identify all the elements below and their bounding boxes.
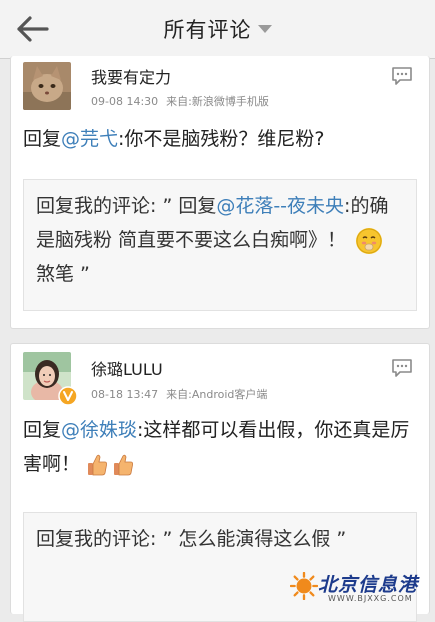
quote-suffix: 煞笔 ” [36, 263, 90, 285]
sun-logo-icon [290, 572, 318, 600]
comment-text: 回复@徐姝琰:这样都可以看出假，你还真是厉害啊！ [23, 413, 417, 481]
user-name[interactable]: 我要有定力 [91, 64, 171, 88]
comment-icon[interactable] [391, 358, 413, 378]
thumbs-up-emoji-icon [114, 454, 134, 475]
comment-time: 08-18 13:47 [91, 388, 159, 401]
comment-icon[interactable] [391, 66, 413, 86]
mention-link[interactable]: @花落--夜未央 [216, 195, 344, 217]
shy-face-emoji-icon [356, 227, 383, 254]
reply-prefix: 回复 [23, 128, 62, 150]
title-dropdown[interactable]: 所有评论 [0, 14, 435, 44]
verified-badge-icon [58, 386, 78, 406]
comment-time: 09-08 14:30 [91, 95, 159, 108]
user-name[interactable]: 徐璐LULU [91, 356, 163, 380]
quote-prefix: 回复我的评论: ” 回复 [36, 195, 217, 217]
comment-meta: 08-18 13:47 来自:Android客户端 [91, 386, 267, 402]
comment-text: 回复@芫弋:你不是脑残粉？维尼粉? [23, 122, 417, 156]
quote-text: 回复我的评论: ” 怎么能演得这么假 ” [36, 528, 347, 550]
comment-meta: 09-08 14:30 来自:新浪微博手机版 [91, 93, 269, 109]
thumbs-up-emoji-icon [88, 454, 108, 475]
avatar[interactable] [23, 62, 71, 110]
quoted-comment[interactable]: 回复我的评论: ” 回复@花落--夜未央:的确是脑残粉 简直要不要这么白痴啊》！… [23, 179, 417, 311]
chevron-down-icon [257, 25, 272, 33]
comment-card: 我要有定力 09-08 14:30 来自:新浪微博手机版 回复@芫弋:你不是脑残粉… [10, 56, 430, 329]
top-bar: 所有评论 [0, 0, 435, 59]
mention-link[interactable]: @芫弋 [61, 128, 118, 150]
reply-text: :你不是脑残粉？维尼粉? [118, 128, 325, 150]
reply-prefix: 回复 [23, 419, 62, 441]
comment-source: 来自:Android客户端 [166, 388, 268, 401]
watermark-url: WWW.BJXXG.COM [328, 594, 413, 603]
mention-link[interactable]: @徐姝琰 [61, 419, 137, 441]
watermark-logo: 北京信息港 WWW.BJXXG.COM [290, 564, 435, 610]
page-title: 所有评论 [163, 18, 252, 42]
comment-source: 来自:新浪微博手机版 [166, 95, 269, 108]
watermark-name: 北京信息港 [318, 574, 419, 596]
